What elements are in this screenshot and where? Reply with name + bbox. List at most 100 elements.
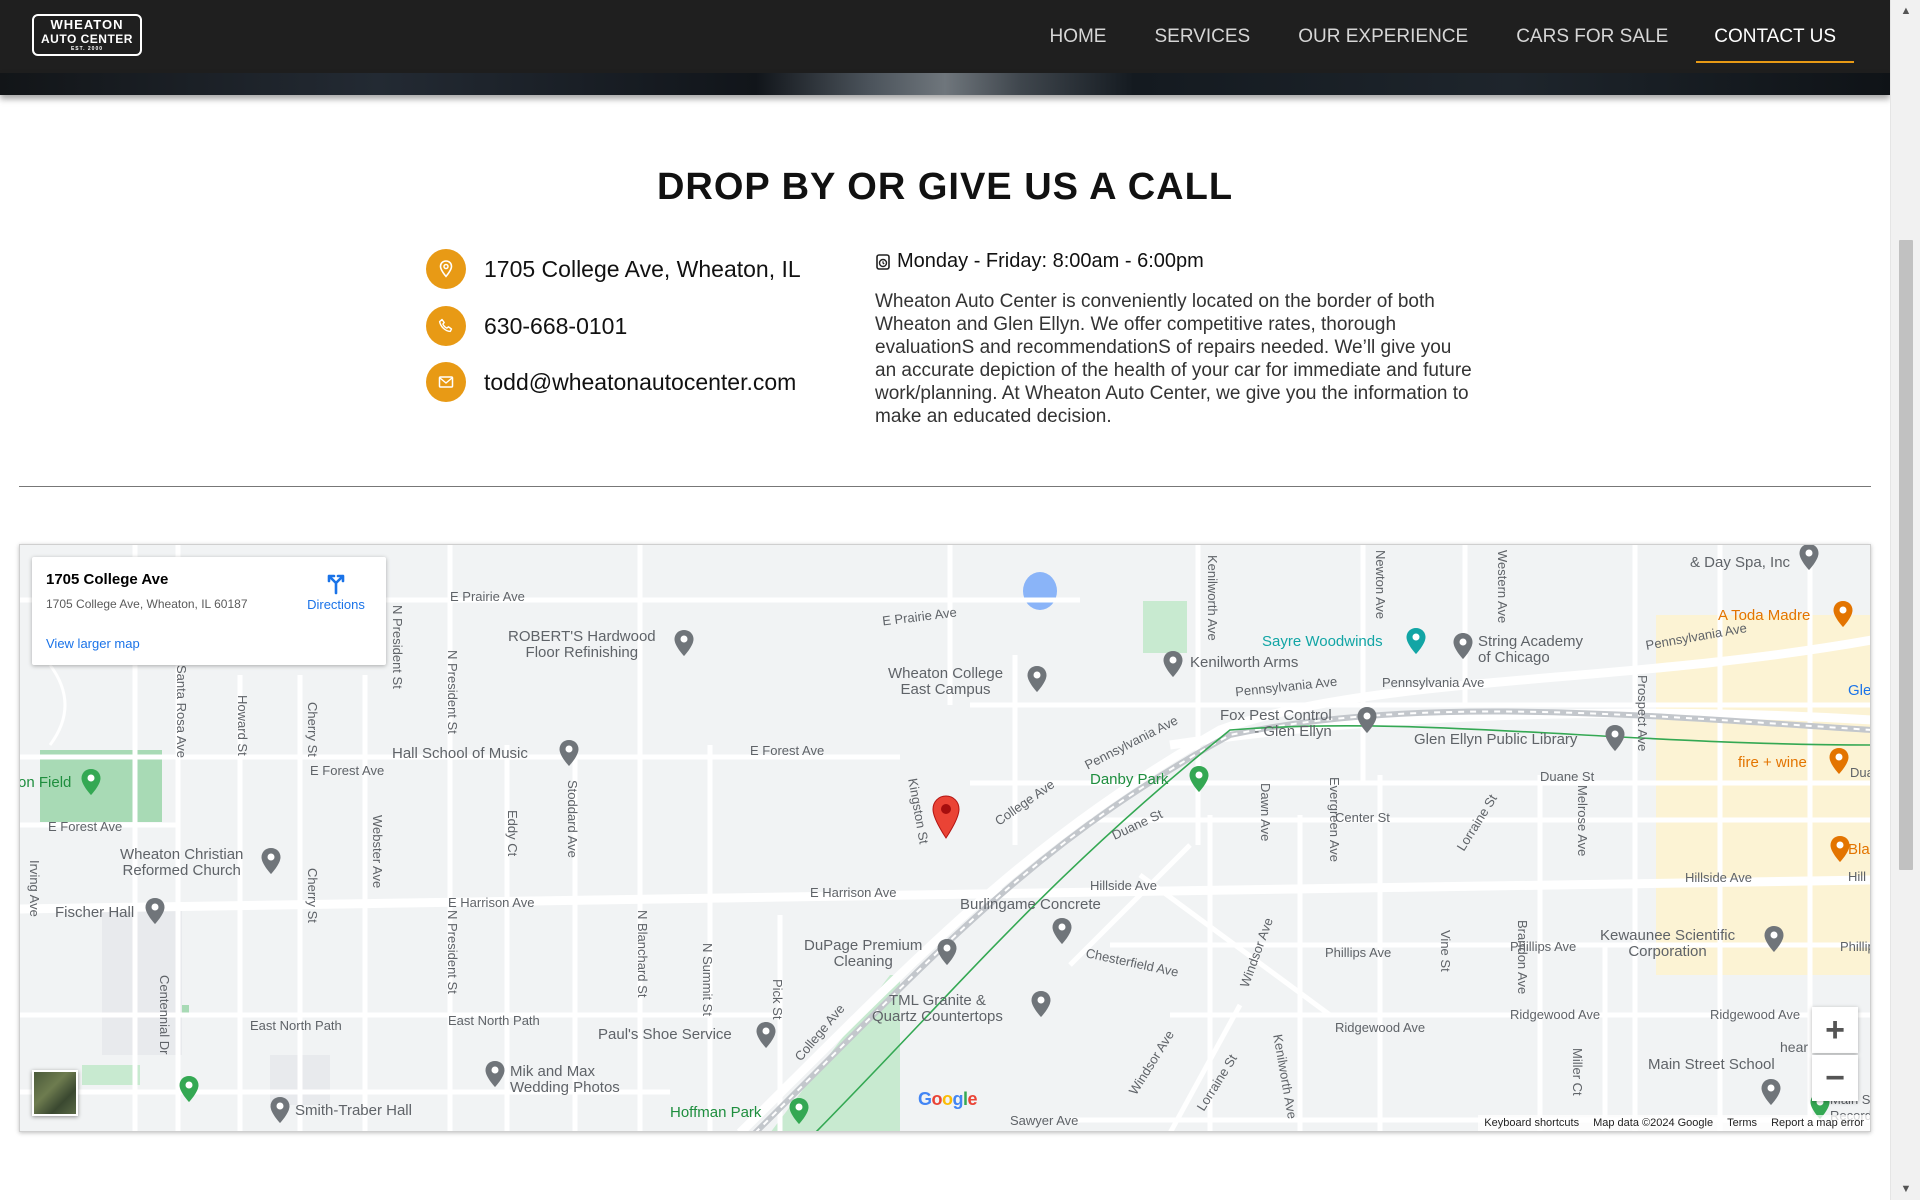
street-label: East North Path: [250, 1018, 342, 1033]
poi-marker-icon[interactable]: [1051, 917, 1073, 945]
view-larger-map-link[interactable]: View larger map: [46, 636, 140, 651]
logo-line-2: AUTO CENTER: [41, 32, 133, 46]
poi-marker-icon[interactable]: [1026, 665, 1048, 693]
google-map[interactable]: E Prairie Ave E Prairie Ave E Forest Ave…: [19, 544, 1871, 1132]
poi-marker-icon[interactable]: [1829, 835, 1851, 863]
poi-marker-icon[interactable]: [1604, 724, 1626, 752]
poi-marker-icon[interactable]: [936, 938, 958, 966]
zoom-out-button[interactable]: −: [1812, 1055, 1858, 1101]
phone-text[interactable]: 630-668-0101: [484, 313, 627, 340]
nav-services[interactable]: SERVICES: [1152, 0, 1252, 73]
poi-label[interactable]: hear: [1780, 1039, 1808, 1055]
poi-label[interactable]: Kenilworth Arms: [1190, 655, 1298, 671]
poi-label[interactable]: DuPage Premium Cleaning: [804, 938, 922, 970]
poi-label[interactable]: Blac: [1848, 842, 1870, 858]
poi-label[interactable]: A Toda Madre: [1718, 608, 1810, 624]
street-label: Ridgewood Ave: [1510, 1007, 1601, 1022]
poi-label[interactable]: Wheaton College East Campus: [888, 666, 1003, 698]
poi-marker-icon[interactable]: [269, 1096, 291, 1124]
poi-marker-icon[interactable]: [1356, 706, 1378, 734]
poi-label[interactable]: Fischer Hall: [55, 905, 134, 921]
street-label: Pick St: [770, 979, 785, 1020]
poi-marker-icon[interactable]: [1452, 632, 1474, 660]
nav-home[interactable]: HOME: [1047, 0, 1108, 73]
poi-marker-icon[interactable]: [1828, 747, 1850, 775]
street-label: E Prairie Ave: [450, 589, 525, 604]
scroll-down-arrow-icon[interactable]: ▼: [1891, 1178, 1920, 1200]
poi-marker-icon[interactable]: [1798, 544, 1820, 571]
street-label: Sawyer Ave: [1010, 1113, 1079, 1128]
poi-label[interactable]: Mik and Max Wedding Photos: [510, 1064, 620, 1096]
poi-marker-icon[interactable]: [673, 629, 695, 657]
street-label: Hillside Ave: [1090, 878, 1157, 893]
page-scrollbar[interactable]: ▲ ▼: [1890, 0, 1920, 1200]
street-label: Western Ave: [1495, 550, 1510, 624]
street-label: E Harrison Ave: [810, 885, 897, 900]
street-label: Irving Ave: [27, 860, 42, 917]
poi-label[interactable]: String Academy of Chicago: [1478, 634, 1583, 666]
street-label: Ridgewood Ave: [1710, 1007, 1801, 1022]
poi-label[interactable]: Dua: [1850, 765, 1870, 781]
site-logo[interactable]: WHEATON AUTO CENTER EST. 2000: [32, 14, 142, 56]
poi-marker-icon[interactable]: [484, 1060, 506, 1088]
poi-marker-icon[interactable]: [755, 1021, 777, 1049]
poi-label[interactable]: TML Granite & Quartz Countertops: [872, 993, 1003, 1025]
poi-label[interactable]: Gle: [1848, 683, 1870, 699]
poi-label[interactable]: Hall School of Music: [392, 746, 528, 762]
poi-label[interactable]: Fox Pest Control - Glen Ellyn: [1220, 708, 1332, 740]
satellite-layer-toggle[interactable]: [32, 1070, 78, 1116]
poi-marker-icon[interactable]: [1162, 650, 1184, 678]
poi-label[interactable]: on Field: [20, 775, 71, 791]
report-map-error-link[interactable]: Report a map error: [1771, 1117, 1864, 1129]
poi-marker-icon[interactable]: [178, 1075, 200, 1103]
poi-marker-icon[interactable]: [1763, 925, 1785, 953]
nav-contact-us[interactable]: CONTACT US: [1696, 0, 1854, 73]
poi-label[interactable]: ROBERT'S Hardwood Floor Refinishing: [508, 629, 656, 661]
directions-icon: [327, 574, 345, 595]
poi-marker-icon[interactable]: [144, 897, 166, 925]
contact-email: todd@wheatonautocenter.com: [426, 362, 796, 402]
poi-marker-icon[interactable]: [1030, 990, 1052, 1018]
scroll-up-arrow-icon[interactable]: ▲: [1891, 0, 1920, 22]
directions-button[interactable]: Directions: [301, 571, 371, 612]
zoom-in-button[interactable]: +: [1812, 1007, 1858, 1053]
poi-label[interactable]: Smith-Traber Hall: [295, 1103, 412, 1119]
poi-marker-icon[interactable]: [1405, 627, 1427, 655]
poi-marker-icon[interactable]: [260, 847, 282, 875]
poi-label[interactable]: Paul's Shoe Service: [598, 1027, 732, 1043]
email-text[interactable]: todd@wheatonautocenter.com: [484, 369, 796, 396]
poi-label[interactable]: Kewaunee Scientific Corporation: [1600, 928, 1735, 960]
location-description: Wheaton Auto Center is conveniently loca…: [875, 291, 1472, 427]
poi-label[interactable]: fire + wine: [1738, 755, 1807, 771]
poi-label[interactable]: Danby Park: [1090, 772, 1168, 788]
poi-label[interactable]: Phillip: [1840, 939, 1870, 955]
poi-label[interactable]: Hill: [1848, 869, 1866, 885]
terms-link[interactable]: Terms: [1727, 1117, 1757, 1129]
poi-label[interactable]: & Day Spa, Inc: [1690, 555, 1790, 571]
address-text[interactable]: 1705 College Ave, Wheaton, IL: [484, 256, 801, 283]
scrollbar-thumb[interactable]: [1899, 240, 1913, 870]
street-label: Vine St: [1438, 930, 1453, 972]
poi-marker-icon[interactable]: [1832, 600, 1854, 628]
poi-label[interactable]: Sayre Woodwinds: [1262, 634, 1383, 650]
nav-cars-for-sale[interactable]: CARS FOR SALE: [1514, 0, 1670, 73]
keyboard-shortcuts-link[interactable]: Keyboard shortcuts: [1484, 1117, 1579, 1129]
poi-marker-icon[interactable]: [1760, 1078, 1782, 1106]
poi-label[interactable]: Main Street School: [1648, 1057, 1775, 1073]
poi-marker-icon[interactable]: [80, 768, 102, 796]
location-marker-icon[interactable]: [931, 795, 961, 839]
section-divider: [19, 486, 1871, 487]
poi-marker-icon[interactable]: [558, 739, 580, 767]
poi-label[interactable]: Wheaton Christian Reformed Church: [120, 847, 243, 879]
street-label: Eddy Ct: [505, 810, 520, 857]
poi-marker-icon[interactable]: [1188, 765, 1210, 793]
location-pin-icon: [426, 249, 466, 289]
street-label: E Harrison Ave: [448, 895, 535, 910]
poi-label[interactable]: Hoffman Park: [670, 1105, 761, 1121]
poi-label[interactable]: Burlingame Concrete: [960, 897, 1101, 913]
poi-marker-icon[interactable]: [788, 1097, 810, 1125]
site-header: WHEATON AUTO CENTER EST. 2000 HOME SERVI…: [0, 0, 1890, 73]
nav-our-experience[interactable]: OUR EXPERIENCE: [1296, 0, 1470, 73]
poi-label[interactable]: Glen Ellyn Public Library: [1414, 732, 1577, 748]
street-label: Kenilworth Ave: [1205, 555, 1220, 641]
